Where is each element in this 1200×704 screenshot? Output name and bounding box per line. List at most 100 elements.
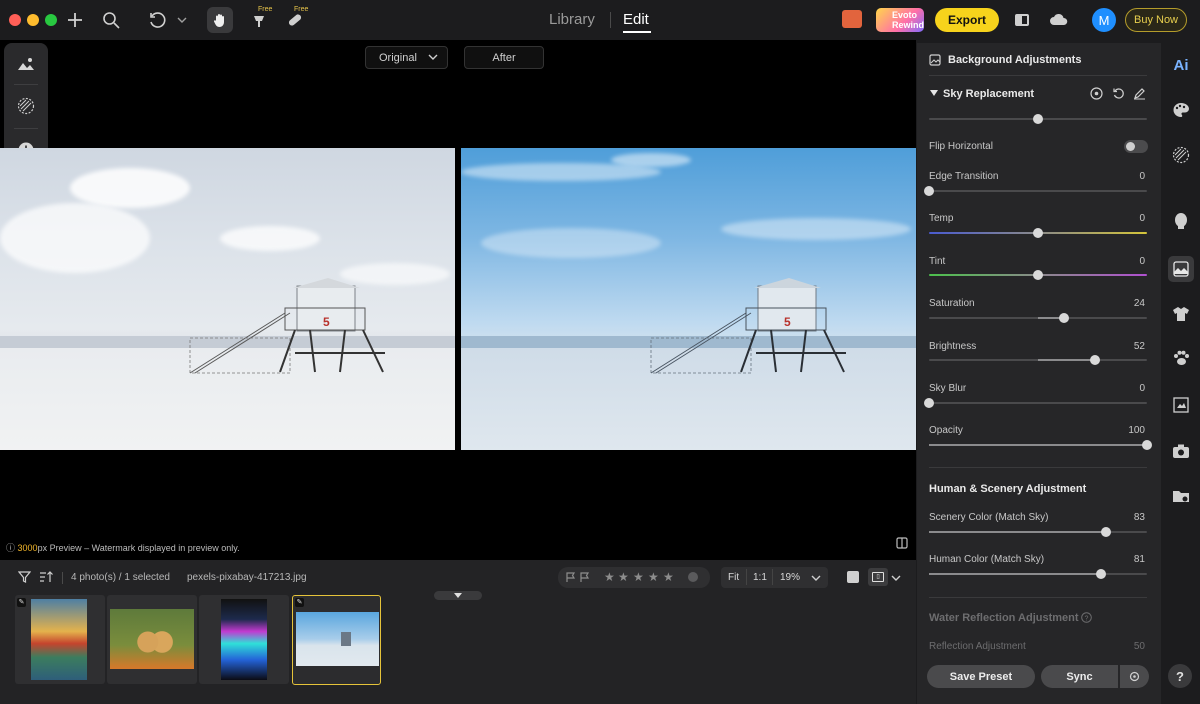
slider-knob[interactable]	[924, 398, 934, 408]
cloud-shape	[611, 153, 691, 167]
filter-icon[interactable]	[14, 567, 34, 587]
landscape-icon[interactable]	[14, 52, 38, 76]
human-color-slider[interactable]	[929, 569, 1147, 579]
hand-icon[interactable]	[207, 7, 233, 33]
opacity-value: 100	[1128, 425, 1145, 436]
reset-icon[interactable]	[1112, 87, 1125, 100]
preview-note-text: px Preview – Watermark displayed in prev…	[37, 543, 240, 553]
texture-icon[interactable]	[1170, 144, 1192, 166]
sync-button[interactable]: Sync	[1041, 665, 1118, 688]
heal-icon[interactable]: Free	[247, 6, 272, 32]
add-icon[interactable]	[63, 8, 87, 32]
flag-icon[interactable]	[566, 572, 576, 583]
split-view-icon[interactable]	[893, 534, 911, 552]
opacity-slider[interactable]	[929, 440, 1152, 450]
thumbnail-image	[110, 609, 194, 669]
brightness-label: Brightness	[929, 341, 977, 352]
cloud-shape	[220, 226, 320, 251]
visibility-icon[interactable]	[1090, 87, 1103, 100]
temp-slider[interactable]	[929, 228, 1147, 238]
bandage-icon[interactable]: Free	[283, 6, 308, 32]
cloud-icon[interactable]	[1047, 8, 1071, 32]
reject-flag-icon[interactable]	[580, 572, 590, 583]
thumbnail-image	[31, 599, 87, 680]
ai-tools-icon[interactable]: Ai	[1170, 54, 1192, 76]
sort-icon[interactable]	[36, 567, 56, 587]
saturation-slider[interactable]	[929, 313, 1147, 323]
rating-star-2[interactable]: ★	[618, 570, 629, 584]
rating-star-4[interactable]: ★	[648, 570, 659, 584]
background-adjust-icon[interactable]	[1168, 256, 1194, 282]
undo-icon[interactable]	[145, 8, 169, 32]
panel-divider	[929, 75, 1147, 76]
rating-star-5[interactable]: ★	[663, 570, 674, 584]
sky-blur-slider[interactable]	[924, 398, 1147, 408]
edge-transition-slider[interactable]	[924, 186, 1147, 196]
cloud-shape	[0, 203, 150, 273]
folder-view-icon[interactable]	[1170, 485, 1192, 507]
palette-icon[interactable]	[1170, 99, 1192, 121]
rating-star-1[interactable]: ★	[604, 570, 615, 584]
save-preset-button[interactable]: Save Preset	[927, 665, 1035, 688]
temp-value: 0	[1139, 213, 1145, 224]
before-after-view-icon[interactable]: ▯	[868, 568, 888, 586]
zoom-fit-button[interactable]: Fit	[728, 572, 739, 583]
chevron-down-icon[interactable]	[891, 573, 901, 583]
single-view-icon[interactable]	[847, 571, 859, 583]
chevron-down-icon[interactable]	[170, 8, 194, 32]
slider-knob[interactable]	[1033, 270, 1043, 280]
close-window-button[interactable]	[9, 14, 21, 26]
clothing-icon[interactable]	[1170, 303, 1192, 325]
slider-knob[interactable]	[1100, 527, 1111, 537]
help-button[interactable]: ?	[1168, 664, 1192, 688]
slider-knob[interactable]	[1033, 114, 1043, 124]
brightness-slider[interactable]	[929, 355, 1147, 365]
crop-icon[interactable]	[1170, 394, 1192, 416]
tab-edit[interactable]: Edit	[623, 11, 649, 28]
pet-icon[interactable]	[1170, 347, 1192, 369]
minimize-window-button[interactable]	[27, 14, 39, 26]
after-button[interactable]: After	[464, 46, 544, 69]
rating-star-3[interactable]: ★	[633, 570, 644, 584]
brightness-value: 52	[1133, 341, 1145, 352]
zoom-1to1-button[interactable]: 1:1	[753, 572, 767, 583]
camera-icon[interactable]	[1170, 440, 1192, 462]
flip-horizontal-toggle[interactable]	[1124, 140, 1148, 153]
chevron-down-icon	[428, 54, 438, 60]
gift-icon[interactable]	[842, 10, 862, 28]
slider-knob[interactable]	[1089, 355, 1100, 365]
filmstrip-collapse-handle[interactable]	[434, 591, 482, 600]
export-button[interactable]: Export	[935, 8, 999, 32]
nav-divider	[610, 12, 611, 28]
edge-transition-label: Edge Transition	[929, 171, 999, 182]
lifeguard-tower: 5	[189, 278, 385, 374]
color-label-dot[interactable]	[688, 572, 698, 582]
slider-knob[interactable]	[1033, 228, 1043, 238]
texture-icon[interactable]	[14, 94, 38, 118]
cloud-shape	[721, 218, 911, 240]
evoto-rewind-button[interactable]: Evoto Rewind	[876, 8, 924, 32]
edit-sky-icon[interactable]	[1133, 87, 1146, 100]
avatar[interactable]: M	[1092, 8, 1116, 32]
zoom-percent[interactable]: 19%	[780, 572, 800, 583]
compare-mode-dropdown[interactable]: Original	[365, 46, 448, 69]
tab-library[interactable]: Library	[549, 11, 595, 28]
sky-replacement-title[interactable]: Sky Replacement	[943, 88, 1034, 100]
help-circle-icon[interactable]: ?	[1081, 612, 1092, 623]
slider-knob[interactable]	[1142, 440, 1152, 450]
sync-settings-button[interactable]	[1120, 665, 1149, 688]
caret-down-icon[interactable]	[930, 90, 938, 97]
compare-panel-icon[interactable]	[1010, 8, 1034, 32]
zoom-window-button[interactable]	[45, 14, 57, 26]
tint-slider[interactable]	[929, 270, 1147, 280]
buy-now-button[interactable]: Buy Now	[1125, 8, 1187, 32]
panel-title: Background Adjustments	[948, 54, 1082, 66]
sky-picker-slider[interactable]	[929, 114, 1147, 124]
sky-blur-value: 0	[1139, 383, 1145, 394]
chevron-down-icon[interactable]	[811, 573, 821, 583]
filmstrip-divider	[62, 572, 63, 584]
face-icon[interactable]	[1170, 210, 1192, 232]
search-icon[interactable]	[99, 8, 123, 32]
slider-knob[interactable]	[924, 186, 934, 196]
scenery-color-slider[interactable]	[929, 527, 1147, 537]
